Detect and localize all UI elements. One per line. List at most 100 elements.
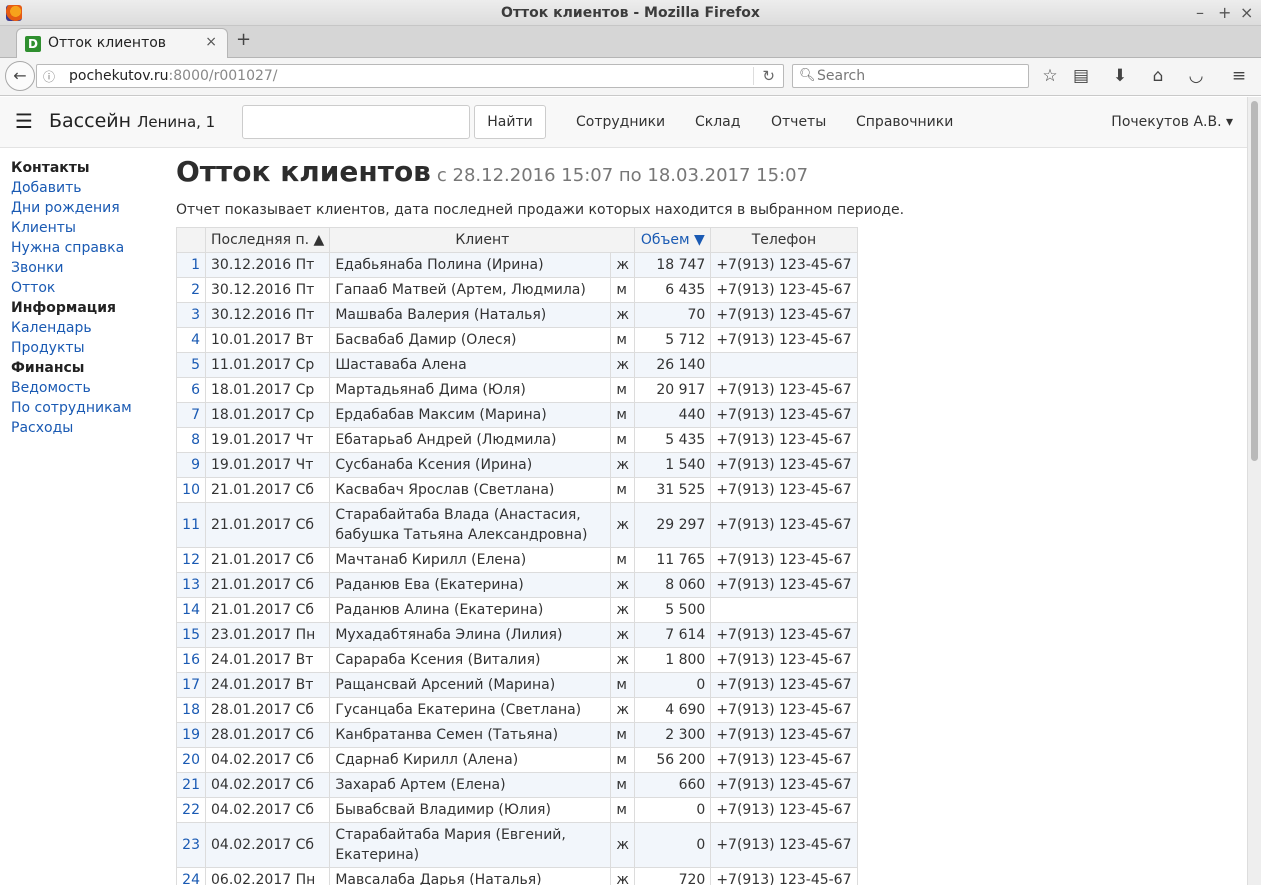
browser-search-input[interactable]: [815, 67, 1020, 85]
row-number-link[interactable]: 13: [176, 572, 206, 598]
row-number-link[interactable]: 20: [176, 747, 206, 773]
sidebar-link[interactable]: Отток: [11, 278, 161, 298]
browser-search-box[interactable]: 🔍︎: [792, 64, 1029, 88]
app-search-input[interactable]: [242, 105, 470, 139]
row-volume: 31 525: [634, 477, 712, 503]
row-client-name[interactable]: Гусанцаба Екатерина (Светлана): [329, 697, 612, 723]
row-client-name[interactable]: Ращансвай Арсений (Марина): [329, 672, 612, 698]
reload-icon[interactable]: ↻: [753, 67, 775, 85]
row-number-link[interactable]: 6: [176, 377, 206, 403]
close-tab-icon[interactable]: ×: [205, 34, 217, 50]
row-client-name[interactable]: Ердабабав Максим (Марина): [329, 402, 612, 428]
row-phone: [710, 352, 858, 378]
pocket-icon[interactable]: ◡: [1186, 66, 1206, 86]
row-number-link[interactable]: 1: [176, 252, 206, 278]
sidebar-link[interactable]: Клиенты: [11, 218, 161, 238]
row-number-link[interactable]: 8: [176, 427, 206, 453]
sidebar-link[interactable]: По сотрудникам: [11, 398, 161, 418]
row-number-link[interactable]: 23: [176, 822, 206, 868]
hamburger-menu-icon[interactable]: ≡: [1229, 66, 1249, 86]
row-number-link[interactable]: 7: [176, 402, 206, 428]
table-row: 8 19.01.2017 Чт Ебатарьаб Андрей (Людмила)…: [176, 427, 858, 453]
new-tab-icon[interactable]: +: [236, 29, 251, 50]
row-client-name[interactable]: Басвабаб Дамир (Олеся): [329, 327, 612, 353]
sidebar-link[interactable]: Нужна справка: [11, 238, 161, 258]
row-number-link[interactable]: 17: [176, 672, 206, 698]
row-client-name[interactable]: Едабьянаба Полина (Ирина): [329, 252, 612, 278]
row-client-name[interactable]: Шаставаба Алена: [329, 352, 612, 378]
row-client-name[interactable]: Ебатарьаб Андрей (Людмила): [329, 427, 612, 453]
reading-list-icon[interactable]: ▤: [1071, 66, 1091, 86]
row-number-link[interactable]: 15: [176, 622, 206, 648]
sidebar-link[interactable]: Календарь: [11, 318, 161, 338]
menu-staff[interactable]: Сотрудники: [576, 114, 665, 130]
download-icon[interactable]: ⬇: [1110, 66, 1130, 86]
row-number-link[interactable]: 5: [176, 352, 206, 378]
table-row: 10 21.01.2017 Сб Касвабач Ярослав (Светлан…: [176, 477, 858, 503]
row-client-name[interactable]: Сарараба Ксения (Виталия): [329, 647, 612, 673]
row-client-name[interactable]: Мартадьянаб Дима (Юля): [329, 377, 612, 403]
row-client-name[interactable]: Бывабсвай Владимир (Юлия): [329, 797, 612, 823]
tab-active[interactable]: D Отток клиентов ×: [16, 28, 228, 58]
url-bar[interactable]: ⓘ pochekutov.ru:8000/r001027/ ↻: [36, 64, 784, 88]
sidebar-toggle-icon[interactable]: ☰: [15, 109, 33, 133]
row-client-name[interactable]: Касвабач Ярослав (Светлана): [329, 477, 612, 503]
row-client-name[interactable]: Гапааб Матвей (Артем, Людмила): [329, 277, 612, 303]
row-number-link[interactable]: 3: [176, 302, 206, 328]
info-icon[interactable]: ⓘ: [43, 68, 55, 85]
sidebar-link[interactable]: Добавить: [11, 178, 161, 198]
row-number-link[interactable]: 4: [176, 327, 206, 353]
row-volume: 0: [634, 672, 712, 698]
row-client-name[interactable]: Мухадабтянаба Элина (Лилия): [329, 622, 612, 648]
row-client-name[interactable]: Мачтанаб Кирилл (Елена): [329, 547, 612, 573]
row-phone: +7(913) 123-45-67: [710, 452, 858, 478]
back-arrow-icon[interactable]: ←: [5, 61, 35, 91]
sidebar-link[interactable]: Дни рождения: [11, 198, 161, 218]
find-button[interactable]: Найти: [474, 105, 546, 139]
maximize-icon[interactable]: +: [1218, 0, 1231, 26]
row-number-link[interactable]: 9: [176, 452, 206, 478]
row-number-link[interactable]: 2: [176, 277, 206, 303]
sidebar-link[interactable]: Ведомость: [11, 378, 161, 398]
user-menu[interactable]: Почекутов А.В. ▾: [1111, 114, 1233, 130]
minimize-icon[interactable]: –: [1196, 0, 1204, 26]
row-number-link[interactable]: 18: [176, 697, 206, 723]
bookmark-star-icon[interactable]: ☆: [1040, 66, 1060, 86]
row-number-link[interactable]: 14: [176, 597, 206, 623]
menu-references[interactable]: Справочники: [856, 114, 953, 130]
page-scrollbar[interactable]: [1247, 97, 1261, 885]
sidebar-link[interactable]: Расходы: [11, 418, 161, 438]
row-client-name[interactable]: Сдарнаб Кирилл (Алена): [329, 747, 612, 773]
menu-warehouse[interactable]: Склад: [695, 114, 740, 130]
col-volume-header[interactable]: Объем ▼: [634, 227, 712, 253]
row-client-name[interactable]: Старабайтаба Влада (Анастасия, бабушка Т…: [329, 502, 612, 548]
row-client-name[interactable]: Старабайтаба Мария (Евгений, Екатерина): [329, 822, 612, 868]
row-client-name[interactable]: Канбратанва Семен (Татьяна): [329, 722, 612, 748]
row-client-name[interactable]: Захараб Артем (Елена): [329, 772, 612, 798]
sidebar-link[interactable]: Звонки: [11, 258, 161, 278]
row-number-link[interactable]: 12: [176, 547, 206, 573]
row-client-name[interactable]: Машваба Валерия (Наталья): [329, 302, 612, 328]
url-text[interactable]: pochekutov.ru:8000/r001027/: [69, 68, 278, 84]
scrollbar-thumb[interactable]: [1251, 101, 1258, 461]
row-number-link[interactable]: 21: [176, 772, 206, 798]
row-client-name[interactable]: Раданюв Ева (Екатерина): [329, 572, 612, 598]
row-phone: +7(913) 123-45-67: [710, 502, 858, 548]
sidebar-link[interactable]: Продукты: [11, 338, 161, 358]
row-number-link[interactable]: 16: [176, 647, 206, 673]
row-phone: +7(913) 123-45-67: [710, 427, 858, 453]
row-number-link[interactable]: 10: [176, 477, 206, 503]
col-last-sale-header[interactable]: Последняя п. ▲: [204, 227, 331, 253]
row-number-link[interactable]: 24: [176, 867, 206, 885]
report-description: Отчет показывает клиентов, дата последне…: [176, 202, 905, 218]
row-number-link[interactable]: 19: [176, 722, 206, 748]
row-client-name[interactable]: Сусбанаба Ксения (Ирина): [329, 452, 612, 478]
app-brand[interactable]: Бассейн Ленина, 1: [49, 110, 215, 132]
row-client-name[interactable]: Раданюв Алина (Екатерина): [329, 597, 612, 623]
menu-reports[interactable]: Отчеты: [771, 114, 826, 130]
close-window-icon[interactable]: ×: [1240, 0, 1253, 26]
row-number-link[interactable]: 22: [176, 797, 206, 823]
row-number-link[interactable]: 11: [176, 502, 206, 548]
home-icon[interactable]: ⌂: [1148, 66, 1168, 86]
row-client-name[interactable]: Мавсалаба Дарья (Наталья): [329, 867, 612, 885]
